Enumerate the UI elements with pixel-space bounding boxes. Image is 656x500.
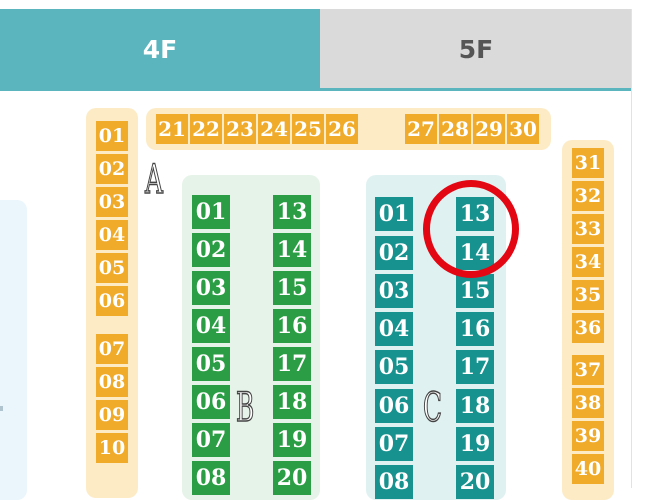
booth-a-39[interactable]: 39 [572, 421, 604, 451]
booth-b-13[interactable]: 13 [273, 195, 311, 229]
booth-c-15[interactable]: 15 [456, 274, 494, 308]
booth-b-06[interactable]: 06 [192, 385, 230, 419]
highlight-circle [423, 180, 519, 278]
scroll-indicator [0, 406, 3, 411]
booth-c-20[interactable]: 20 [456, 465, 494, 499]
floor-tab-bar: 4F 5F [0, 9, 632, 89]
zone-left-area [0, 200, 27, 500]
booth-a-05[interactable]: 05 [96, 253, 128, 283]
booth-a-01[interactable]: 01 [96, 121, 128, 151]
booth-c-03[interactable]: 03 [375, 274, 413, 308]
booth-a-35[interactable]: 35 [572, 280, 604, 310]
booth-c-18[interactable]: 18 [456, 389, 494, 423]
booth-b-08[interactable]: 08 [192, 461, 230, 495]
booth-a-23[interactable]: 23 [224, 114, 256, 144]
booth-b-01[interactable]: 01 [192, 195, 230, 229]
booth-a-26[interactable]: 26 [326, 114, 358, 144]
booth-c-19[interactable]: 19 [456, 427, 494, 461]
booth-a-25[interactable]: 25 [292, 114, 324, 144]
booth-c-05[interactable]: 05 [375, 350, 413, 384]
booth-a-22[interactable]: 22 [190, 114, 222, 144]
booth-a-24[interactable]: 24 [258, 114, 290, 144]
booth-b-18[interactable]: 18 [273, 385, 311, 419]
section-b-label: B [236, 385, 255, 431]
booth-a-33[interactable]: 33 [572, 214, 604, 244]
booth-c-02[interactable]: 02 [375, 236, 413, 270]
booth-b-14[interactable]: 14 [273, 233, 311, 267]
section-c-label: C [423, 385, 443, 431]
booth-a-36[interactable]: 36 [572, 313, 604, 343]
tab-underline [0, 88, 632, 91]
booth-b-19[interactable]: 19 [273, 423, 311, 457]
booth-c-06[interactable]: 06 [375, 389, 413, 423]
section-a-label: A [145, 157, 164, 203]
booth-b-03[interactable]: 03 [192, 271, 230, 305]
booth-a-38[interactable]: 38 [572, 388, 604, 418]
booth-b-07[interactable]: 07 [192, 423, 230, 457]
booth-a-30[interactable]: 30 [507, 114, 539, 144]
tab-4f[interactable]: 4F [0, 9, 320, 89]
booth-b-04[interactable]: 04 [192, 309, 230, 343]
booth-a-37[interactable]: 37 [572, 355, 604, 385]
booth-b-20[interactable]: 20 [273, 461, 311, 495]
booth-a-10[interactable]: 10 [96, 433, 128, 463]
booth-b-05[interactable]: 05 [192, 347, 230, 381]
booth-c-16[interactable]: 16 [456, 312, 494, 346]
booth-c-04[interactable]: 04 [375, 312, 413, 346]
booth-a-09[interactable]: 09 [96, 400, 128, 430]
booth-a-03[interactable]: 03 [96, 187, 128, 217]
booth-a-27[interactable]: 27 [405, 114, 437, 144]
booth-a-29[interactable]: 29 [473, 114, 505, 144]
booth-a-40[interactable]: 40 [572, 454, 604, 484]
map-right-border [631, 9, 632, 488]
booth-a-07[interactable]: 07 [96, 334, 128, 364]
booth-a-08[interactable]: 08 [96, 367, 128, 397]
booth-a-31[interactable]: 31 [572, 148, 604, 178]
booth-c-01[interactable]: 01 [375, 197, 413, 231]
booth-c-08[interactable]: 08 [375, 465, 413, 499]
booth-a-02[interactable]: 02 [96, 154, 128, 184]
booth-a-34[interactable]: 34 [572, 247, 604, 277]
booth-a-28[interactable]: 28 [439, 114, 471, 144]
booth-a-32[interactable]: 32 [572, 181, 604, 211]
booth-b-16[interactable]: 16 [273, 309, 311, 343]
booth-b-17[interactable]: 17 [273, 347, 311, 381]
booth-c-17[interactable]: 17 [456, 350, 494, 384]
booth-a-04[interactable]: 04 [96, 220, 128, 250]
booth-a-21[interactable]: 21 [156, 114, 188, 144]
booth-a-06[interactable]: 06 [96, 286, 128, 316]
tab-5f[interactable]: 5F [320, 9, 632, 89]
booth-c-07[interactable]: 07 [375, 427, 413, 461]
booth-b-15[interactable]: 15 [273, 271, 311, 305]
booth-b-02[interactable]: 02 [192, 233, 230, 267]
